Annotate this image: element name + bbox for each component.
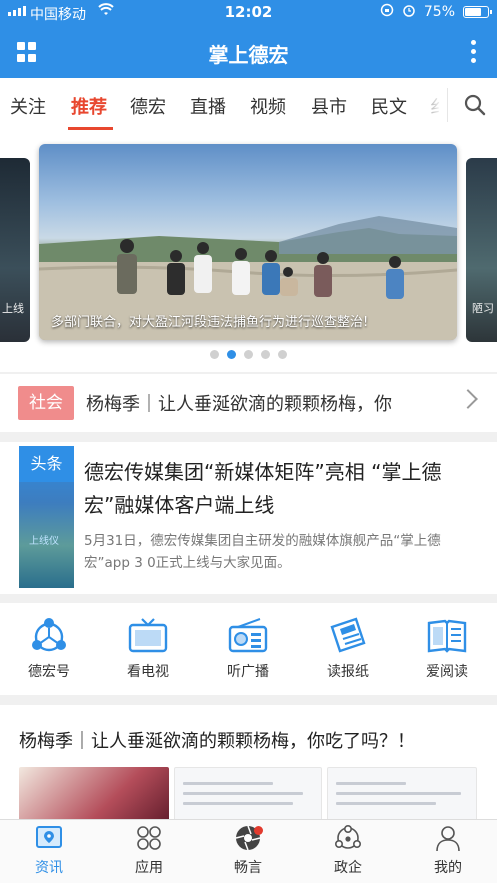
carousel-main-card[interactable]: 多部门联合，对大盈江河段违法捕鱼行为进行巡查整治! — [39, 144, 457, 340]
chevron-right-icon[interactable] — [458, 389, 478, 409]
nav-yingyong[interactable]: 应用 — [119, 824, 179, 877]
tv-icon — [128, 618, 168, 653]
tab-zhibo[interactable]: 直播 — [190, 93, 226, 119]
article-title[interactable]: 杨梅季｜让人垂涎欲滴的颗颗杨梅，你吃了吗？！ — [19, 727, 415, 753]
carousel-next-card[interactable]: 陋习 — [466, 158, 497, 342]
headline-tag: 头条 — [19, 446, 74, 482]
service-tv[interactable]: 看电视 — [108, 615, 188, 681]
app-header: 掌上德宏 — [0, 26, 497, 78]
channel-tabs: 关注 推荐 德宏 直播 视频 县市 民文 纟 — [0, 78, 497, 132]
headline-title[interactable]: 德宏传媒集团“新媒体矩阵”亮相 “掌上德宏”融媒体客户端上线 — [84, 456, 484, 522]
carousel-pagination — [0, 350, 497, 359]
news-ticker[interactable]: 社会 杨梅季｜让人垂涎欲滴的颗颗杨梅，你 — [0, 374, 497, 432]
article-image-1 — [19, 767, 169, 819]
headline-summary: 5月31日，德宏传媒集团自主研发的融媒体旗舰产品“掌上德宏”app 3 0正式上… — [84, 533, 441, 571]
carousel-dot[interactable] — [261, 350, 270, 359]
tab-xianshi[interactable]: 县市 — [311, 93, 347, 119]
service-dehonghao[interactable]: 德宏号 — [9, 615, 89, 681]
carousel-prev-card[interactable]: 上线 — [0, 158, 30, 342]
search-button[interactable] — [447, 88, 497, 122]
app-title: 掌上德宏 — [208, 43, 289, 67]
service-reading[interactable]: 爱阅读 — [407, 615, 487, 681]
headline-thumbnail: 头条 上线仪 — [19, 446, 74, 588]
category-tag: 社会 — [18, 386, 74, 420]
headline-news-item[interactable]: 头条 上线仪 德宏传媒集团“新媒体矩阵”亮相 “掌上德宏”融媒体客户端上线 5月… — [0, 442, 497, 594]
tab-dehong[interactable]: 德宏 — [130, 93, 166, 119]
battery-icon — [463, 6, 492, 18]
tab-guanzhu[interactable]: 关注 — [10, 93, 46, 119]
carousel-dot[interactable] — [227, 350, 236, 359]
tab-minwen[interactable]: 民文 — [371, 93, 407, 119]
person-icon — [436, 826, 460, 852]
battery-percent: 75% — [423, 4, 455, 20]
carousel-dot[interactable] — [278, 350, 287, 359]
article-image-2 — [174, 767, 322, 819]
service-shortcuts: 德宏号 看电视 听广播 读报纸 爱阅读 — [0, 603, 497, 695]
carousel-dot[interactable] — [244, 350, 253, 359]
book-icon — [427, 619, 467, 653]
banner-carousel[interactable]: 上线 多部门联合，对大盈江河段违法捕鱼行为进行巡查整治! 陋习 — [0, 132, 497, 372]
carousel-dot[interactable] — [210, 350, 219, 359]
apps-icon — [137, 826, 161, 850]
ticker-headline[interactable]: 杨梅季｜让人垂涎欲滴的颗颗杨梅，你 — [86, 390, 436, 416]
carousel-caption: 多部门联合，对大盈江河段违法捕鱼行为进行巡查整治! — [51, 315, 369, 330]
rotation-lock-icon — [380, 3, 394, 21]
tab-shipin[interactable]: 视频 — [250, 93, 286, 119]
nav-zixun[interactable]: 资讯 — [19, 824, 79, 877]
bottom-nav: 资讯 应用 畅言 政企 我的 — [0, 819, 497, 883]
nav-changyan[interactable]: 畅言 — [218, 824, 278, 877]
article-item[interactable]: 杨梅季｜让人垂涎欲滴的颗颗杨梅，你吃了吗？！ — [0, 705, 497, 819]
tab-tuijian[interactable]: 推荐 — [71, 93, 107, 119]
search-icon — [464, 94, 486, 116]
status-bar: 中国移动 12:02 75% — [0, 0, 497, 26]
news-location-icon — [36, 826, 62, 848]
active-tab-indicator — [68, 127, 113, 130]
alarm-icon — [402, 3, 416, 21]
nav-zhengqi[interactable]: 政企 — [318, 824, 378, 877]
share-network-icon — [32, 618, 66, 652]
newspaper-icon — [330, 617, 366, 653]
service-radio[interactable]: 听广播 — [208, 615, 288, 681]
nav-wode[interactable]: 我的 — [418, 824, 478, 877]
notification-badge — [254, 826, 263, 835]
article-image-3 — [327, 767, 477, 819]
service-newspaper[interactable]: 读报纸 — [308, 615, 388, 681]
radio-icon — [228, 618, 268, 653]
more-vertical-icon[interactable] — [471, 40, 477, 63]
government-network-icon — [334, 824, 361, 849]
